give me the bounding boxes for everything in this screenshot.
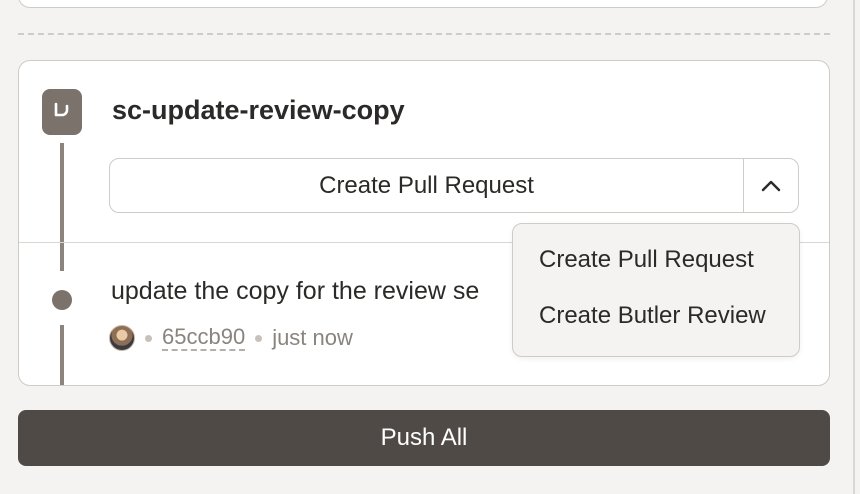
pr-options-dropdown: Create Pull Request Create Butler Review bbox=[512, 223, 800, 357]
pr-options-toggle[interactable] bbox=[743, 159, 798, 212]
commit-dot bbox=[52, 290, 72, 310]
create-pr-split-button: Create Pull Request bbox=[109, 158, 799, 213]
menu-item-create-pull-request[interactable]: Create Pull Request bbox=[539, 246, 754, 274]
branch-icon bbox=[42, 89, 82, 135]
branch-glyph bbox=[54, 102, 69, 117]
panel-edge bbox=[853, 0, 855, 494]
lane-line bbox=[60, 143, 64, 271]
branch-name: sc-update-review-copy bbox=[112, 95, 405, 125]
avatar bbox=[109, 325, 135, 351]
commit-meta: 65ccb90 just now bbox=[109, 325, 353, 351]
create-pull-request-button[interactable]: Create Pull Request bbox=[110, 159, 743, 212]
meta-separator bbox=[145, 334, 152, 342]
commit-message[interactable]: update the copy for the review se bbox=[111, 277, 479, 306]
dashed-separator bbox=[18, 33, 830, 35]
meta-separator bbox=[255, 334, 263, 342]
push-all-button[interactable]: Push All bbox=[18, 410, 830, 466]
lane-line bbox=[60, 325, 64, 385]
chevron-up-icon bbox=[761, 180, 781, 191]
commit-time: just now bbox=[272, 325, 353, 350]
previous-branch-card bbox=[18, 0, 828, 8]
menu-item-create-butler-review[interactable]: Create Butler Review bbox=[539, 302, 766, 330]
commit-sha[interactable]: 65ccb90 bbox=[162, 325, 246, 351]
